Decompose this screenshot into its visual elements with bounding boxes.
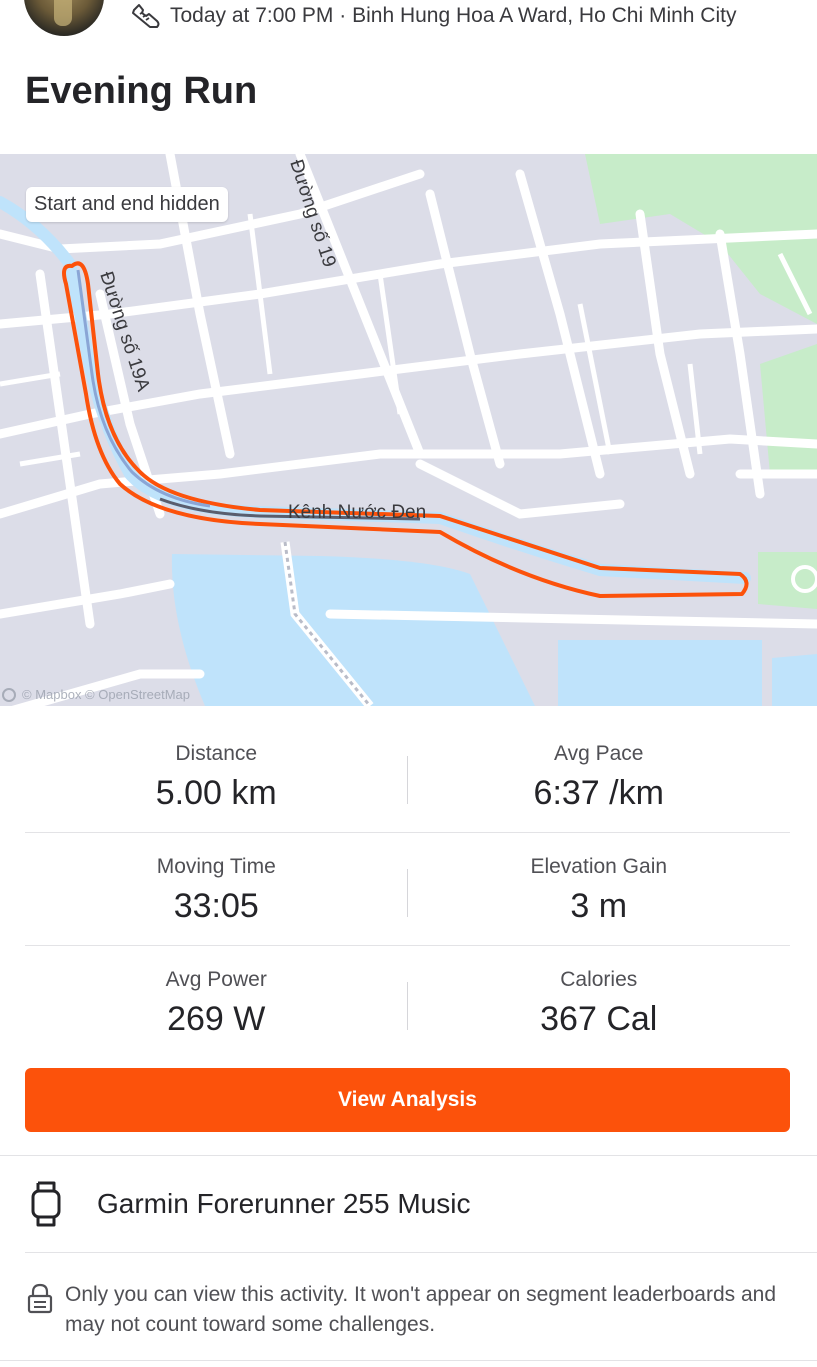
stat-value: 33:05 xyxy=(173,887,259,925)
stat-avg-pace: Avg Pace 6:37 /km xyxy=(408,720,791,832)
stat-value: 5.00 km xyxy=(155,774,277,812)
stats-row: Avg Power 269 W Calories 367 Cal xyxy=(25,946,790,1059)
section-divider xyxy=(25,1252,817,1253)
activity-timestamp-location: Today at 7:00 PM · Binh Hung Hoa A Ward,… xyxy=(170,4,737,27)
map-attribution[interactable]: © Mapbox © OpenStreetMap xyxy=(2,687,190,702)
stat-moving-time: Moving Time 33:05 xyxy=(25,833,408,945)
shoe-icon xyxy=(132,4,160,28)
stat-avg-power: Avg Power 269 W xyxy=(25,946,408,1059)
stat-value: 6:37 /km xyxy=(533,774,664,812)
device-name: Garmin Forerunner 255 Music xyxy=(97,1188,471,1219)
mapbox-logo-icon xyxy=(2,687,16,702)
stat-value: 367 Cal xyxy=(540,1000,658,1038)
section-divider xyxy=(0,1360,817,1361)
stat-value: 269 W xyxy=(167,1000,266,1038)
route-map[interactable]: Đường số 19A Đường số 19 Kênh Nước Đen S… xyxy=(0,154,817,706)
athlete-avatar[interactable] xyxy=(24,0,104,36)
stats-grid: Distance 5.00 km Avg Pace 6:37 /km Movin… xyxy=(25,720,790,1059)
attribution-text: © Mapbox © OpenStreetMap xyxy=(22,687,191,702)
lock-icon xyxy=(27,1283,53,1314)
device-row[interactable]: Garmin Forerunner 255 Music xyxy=(25,1172,470,1236)
activity-meta: Today at 7:00 PM · Binh Hung Hoa A Ward,… xyxy=(130,2,736,30)
stat-label: Avg Power xyxy=(165,968,267,991)
stats-row: Moving Time 33:05 Elevation Gain 3 m xyxy=(25,833,790,946)
street-label-canal: Kênh Nước Đen xyxy=(288,502,426,523)
stat-distance: Distance 5.00 km xyxy=(25,720,408,832)
section-divider xyxy=(0,1155,817,1156)
stat-divider xyxy=(407,869,408,917)
stat-label: Elevation Gain xyxy=(530,855,668,878)
stat-label: Avg Pace xyxy=(553,742,644,765)
stat-value: 3 m xyxy=(570,887,628,925)
stats-row: Distance 5.00 km Avg Pace 6:37 /km xyxy=(25,720,790,833)
stat-label: Moving Time xyxy=(156,855,276,878)
stat-divider xyxy=(407,982,408,1030)
privacy-text: Only you can view this activity. It won'… xyxy=(65,1283,777,1336)
activity-header: Today at 7:00 PM · Binh Hung Hoa A Ward,… xyxy=(0,0,817,40)
stat-divider xyxy=(407,756,408,804)
stat-elevation-gain: Elevation Gain 3 m xyxy=(408,833,791,945)
stat-label: Distance xyxy=(175,742,258,765)
privacy-notice: Only you can view this activity. It won'… xyxy=(25,1280,795,1340)
start-end-hidden-chip: Start and end hidden xyxy=(26,187,228,222)
map-canvas: Đường số 19A Đường số 19 Kênh Nước Đen xyxy=(0,154,817,706)
stat-calories: Calories 367 Cal xyxy=(408,946,791,1059)
activity-title: Evening Run xyxy=(25,70,258,112)
watch-icon xyxy=(31,1181,61,1227)
view-analysis-button[interactable]: View Analysis xyxy=(25,1068,790,1132)
stat-label: Calories xyxy=(560,968,638,991)
